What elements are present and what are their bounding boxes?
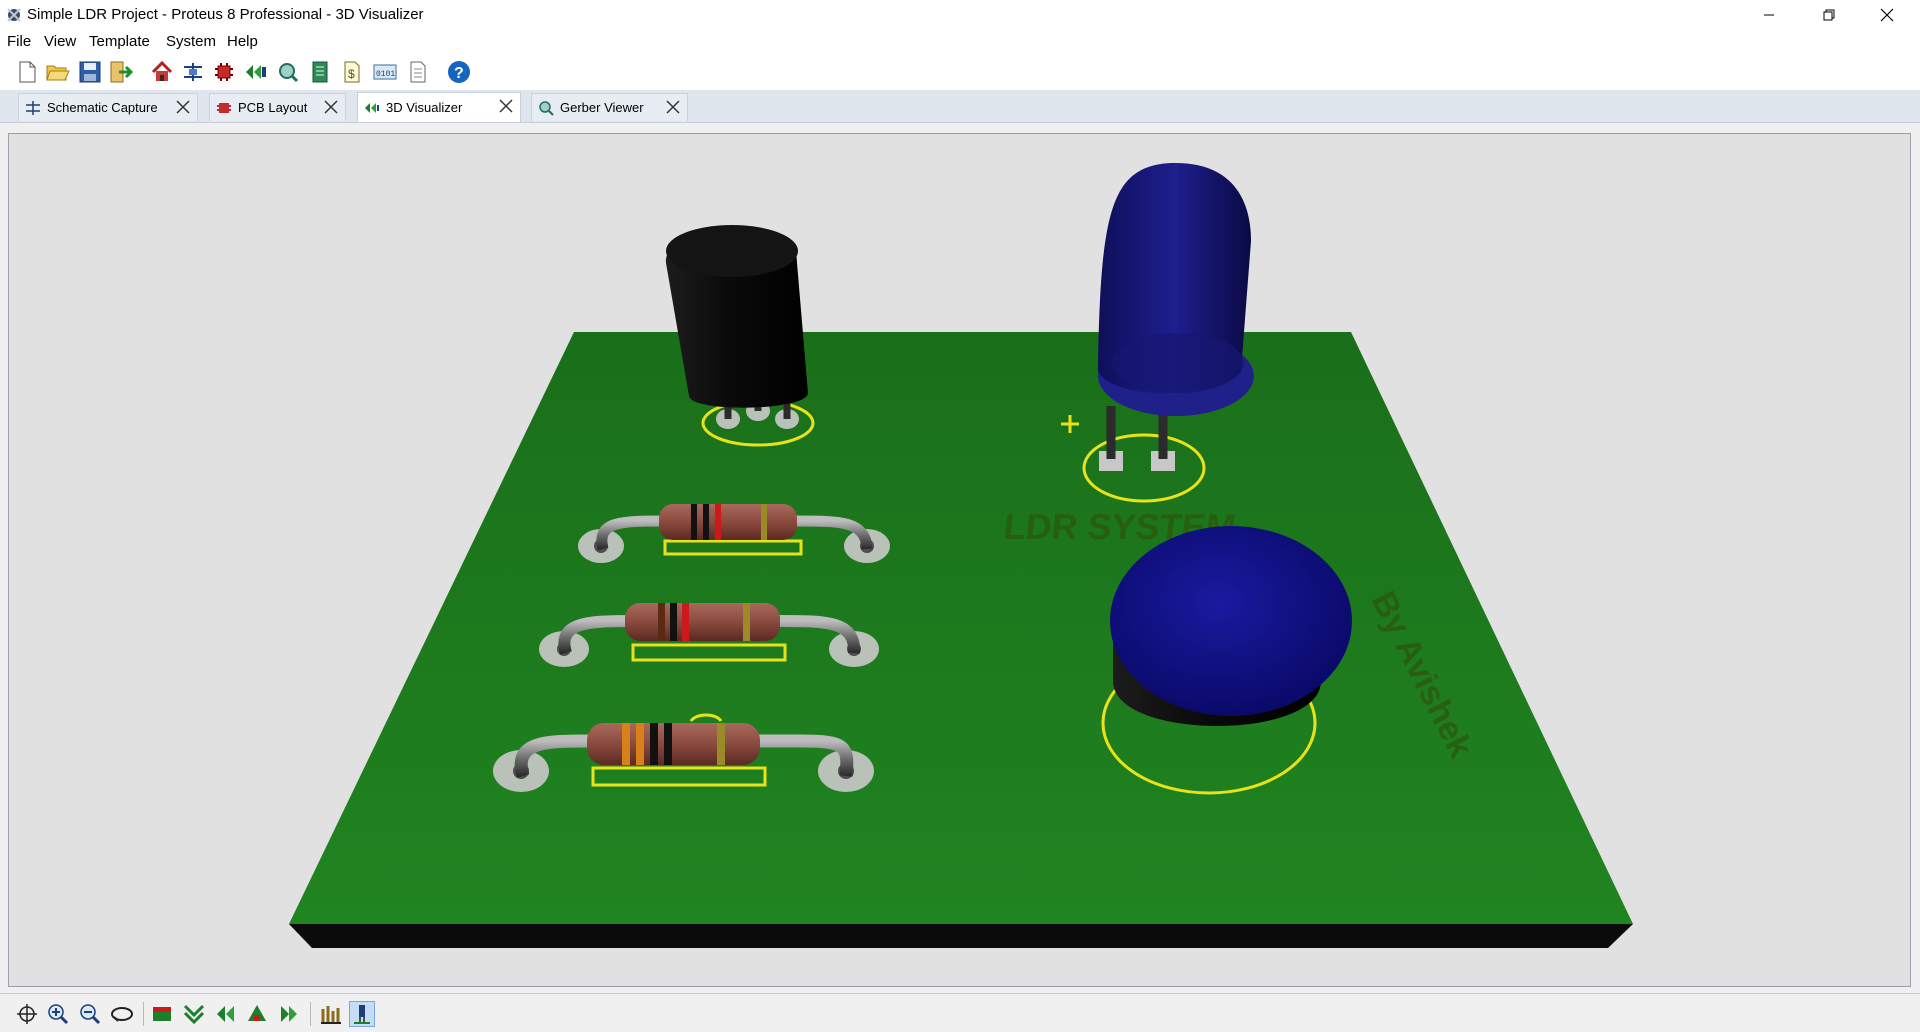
zoom-out-icon (80, 1004, 101, 1025)
design-explorer-icon (312, 61, 328, 82)
pcb-board (289, 332, 1633, 948)
menu-template[interactable]: Template (89, 33, 150, 50)
pcb-3d-scene[interactable]: LDR SYSTEM By Avishek (9, 134, 1911, 987)
help-icon: ? (448, 60, 470, 83)
close-tab-icon[interactable] (665, 99, 681, 115)
close-window-button[interactable] (1858, 0, 1916, 30)
front-view-button[interactable] (181, 1001, 207, 1027)
pcb-layout-button[interactable] (211, 58, 237, 85)
home-icon (151, 60, 173, 81)
tab-gerber-viewer[interactable]: Gerber Viewer (531, 93, 688, 121)
simulation-log-icon: 0101 (373, 64, 397, 79)
gerber-viewer-button[interactable] (275, 58, 301, 85)
right-view-icon (281, 1006, 297, 1022)
board-top (289, 332, 1633, 924)
help-button[interactable]: ? (446, 58, 472, 85)
tab-label: Gerber Viewer (560, 100, 644, 115)
notes-icon (410, 61, 426, 82)
zoom-in-button[interactable] (45, 1001, 71, 1027)
back-view-icon (248, 1005, 266, 1021)
import-icon (110, 61, 133, 82)
board-edge (289, 924, 1633, 948)
schematic-capture-button[interactable] (180, 58, 206, 85)
title-bar: Simple LDR Project - Proteus 8 Professio… (0, 0, 1920, 30)
right-view-button[interactable] (276, 1001, 302, 1027)
close-tab-icon[interactable] (175, 99, 191, 115)
gerber-icon (538, 100, 554, 116)
menu-system[interactable]: System (166, 33, 216, 50)
menu-bar: File View Template System Help (0, 30, 1920, 53)
save-button[interactable] (77, 58, 103, 85)
tab-pcb-layout[interactable]: PCB Layout (209, 93, 346, 121)
tab-label: Schematic Capture (47, 100, 158, 115)
svg-text:0101: 0101 (376, 70, 395, 79)
home-button[interactable] (149, 58, 175, 85)
show-components-icon (354, 1005, 370, 1024)
3d-visualizer-button[interactable] (243, 58, 269, 85)
tab-schematic-capture[interactable]: Schematic Capture (18, 93, 198, 121)
main-toolbar: $ 0101 ? (0, 53, 1920, 90)
import-button[interactable] (108, 58, 134, 85)
menu-view[interactable]: View (44, 33, 76, 50)
pan-icon (17, 1004, 37, 1024)
zoom-in-icon (48, 1004, 69, 1025)
open-button[interactable] (45, 58, 71, 85)
tab-label: PCB Layout (238, 100, 308, 115)
toolbar-separator (143, 1002, 144, 1026)
window-title: Simple LDR Project - Proteus 8 Professio… (27, 6, 424, 23)
gerber-icon (279, 62, 299, 82)
document-tab-strip: Schematic Capture PCB Layout 3D Visualiz… (0, 90, 1920, 123)
close-tab-icon[interactable] (323, 99, 339, 115)
show-components-button[interactable] (349, 1001, 375, 1027)
toolbar-separator (310, 1002, 311, 1026)
pcb-icon (215, 62, 233, 81)
svg-text:$: $ (348, 67, 355, 81)
orbit-icon (111, 1007, 133, 1022)
notes-button[interactable] (405, 58, 431, 85)
3d-viewport[interactable]: LDR SYSTEM By Avishek (8, 133, 1911, 987)
open-folder-icon (46, 65, 70, 80)
left-view-icon (217, 1006, 234, 1022)
close-tab-icon[interactable] (498, 98, 514, 114)
minimize-icon (1764, 14, 1774, 16)
back-view-button[interactable] (244, 1001, 270, 1027)
svg-text:?: ? (454, 65, 464, 82)
restore-icon (1823, 9, 1835, 21)
bill-of-materials-button[interactable]: $ (339, 58, 365, 85)
design-explorer-button[interactable] (307, 58, 333, 85)
front-view-icon (183, 1004, 205, 1025)
left-view-button[interactable] (212, 1001, 238, 1027)
menu-file[interactable]: File (7, 33, 31, 50)
height-view-icon (321, 1006, 341, 1024)
orbit-button[interactable] (109, 1001, 135, 1027)
schematic-icon (184, 62, 202, 81)
proteus-app-icon (7, 8, 21, 22)
new-file-icon (19, 61, 36, 82)
new-button[interactable] (14, 58, 40, 85)
pcb-icon (216, 100, 232, 116)
3d-visualizer-icon (246, 64, 266, 79)
tab-label: 3D Visualizer (386, 100, 463, 115)
bom-icon: $ (344, 61, 360, 82)
top-view-icon (153, 1007, 171, 1021)
tab-3d-visualizer[interactable]: 3D Visualizer (357, 92, 521, 122)
pan-button[interactable] (14, 1001, 40, 1027)
schematic-icon (25, 100, 41, 116)
top-view-button[interactable] (149, 1001, 175, 1027)
zoom-out-button[interactable] (77, 1001, 103, 1027)
restore-button[interactable] (1800, 0, 1858, 30)
minimize-button[interactable] (1740, 0, 1798, 30)
close-icon (1880, 8, 1894, 22)
menu-help[interactable]: Help (227, 33, 258, 50)
view-toolbar (0, 993, 1920, 1032)
3d-visualizer-icon (364, 100, 380, 116)
save-icon (79, 61, 101, 82)
height-view-button[interactable] (318, 1001, 344, 1027)
simulation-log-button[interactable]: 0101 (372, 58, 398, 85)
